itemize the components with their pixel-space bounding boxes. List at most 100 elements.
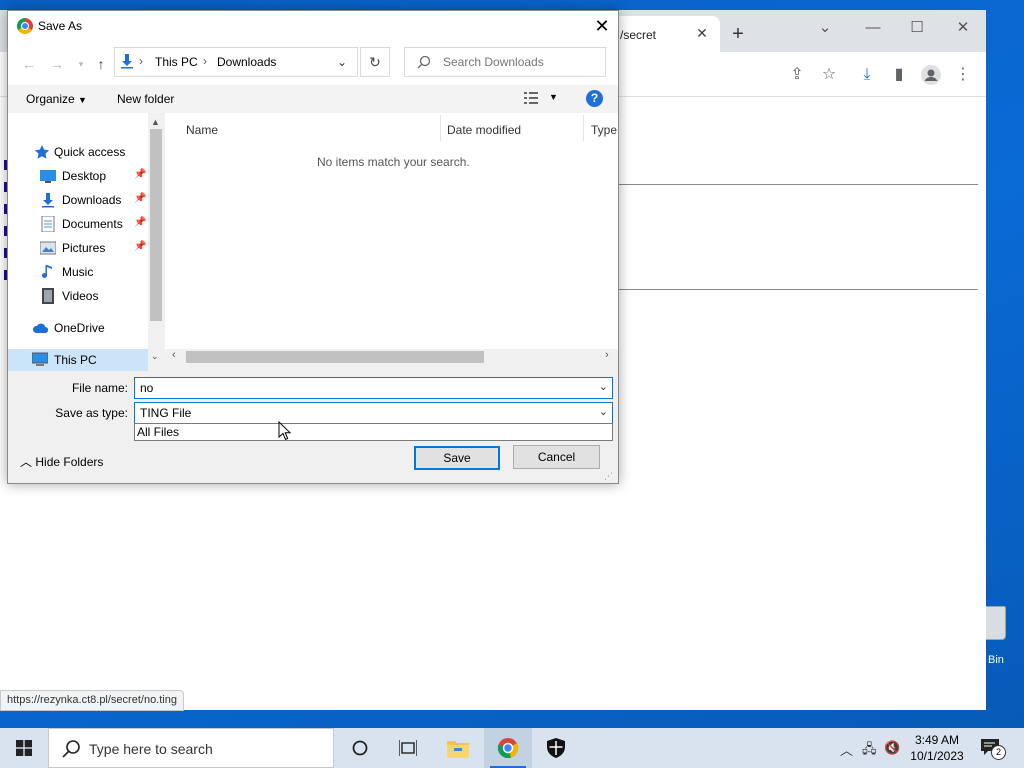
pictures-icon xyxy=(40,241,56,255)
address-bar[interactable]: › This PC › Downloads ⌄ xyxy=(114,47,358,77)
chevron-down-icon[interactable]: ⌄ xyxy=(599,405,608,418)
security-taskbar-button[interactable] xyxy=(532,728,580,768)
network-icon[interactable]: 🖧 xyxy=(862,740,877,762)
profile-avatar-icon[interactable] xyxy=(920,64,942,86)
dialog-titlebar[interactable]: Save As ✕ xyxy=(8,11,618,41)
nav-item-this-pc[interactable]: This PC xyxy=(8,349,148,371)
nav-item-onedrive[interactable]: OneDrive xyxy=(8,317,148,339)
file-name-value: no xyxy=(140,381,154,395)
chevron-down-icon: ▼ xyxy=(78,95,87,105)
nav-item-quick-access[interactable]: Quick access xyxy=(8,141,148,163)
search-box[interactable] xyxy=(404,47,606,77)
taskbar-clock[interactable]: 3:49 AM 10/1/2023 xyxy=(902,732,972,764)
music-icon xyxy=(42,265,52,278)
downloads-folder-icon xyxy=(121,54,133,69)
column-header-date-modified[interactable]: Date modified xyxy=(447,123,521,137)
desktop-icon xyxy=(40,170,56,183)
save-as-type-select[interactable]: TING File ⌄ xyxy=(134,402,613,424)
forward-arrow-icon[interactable]: → xyxy=(48,55,66,73)
volume-muted-icon[interactable]: 🔇 xyxy=(884,740,900,756)
windows-logo-icon xyxy=(16,740,32,756)
cortana-button[interactable] xyxy=(336,728,384,768)
new-tab-icon[interactable]: + xyxy=(728,24,748,44)
video-icon xyxy=(42,288,54,304)
show-hidden-icons-chevron-icon[interactable]: ︿ xyxy=(840,740,853,759)
column-separator[interactable] xyxy=(440,115,441,141)
breadcrumb-this-pc[interactable]: This PC xyxy=(155,55,198,69)
view-dropdown-icon[interactable]: ▼ xyxy=(549,92,558,102)
cortana-circle-icon xyxy=(352,740,368,756)
notification-count-badge: 2 xyxy=(991,745,1006,760)
nav-item-downloads[interactable]: Downloads 📌 xyxy=(8,189,148,211)
nav-item-label: Documents xyxy=(62,217,123,231)
nav-item-label: Pictures xyxy=(62,241,106,255)
save-as-type-dropdown-list: All Files xyxy=(134,423,613,441)
breadcrumb-downloads[interactable]: Downloads xyxy=(217,55,276,69)
save-button[interactable]: Save xyxy=(414,446,500,470)
save-as-dialog: Save As ✕ ← → ▾ ↑ › This PC › Downloads … xyxy=(7,10,619,484)
file-name-input[interactable]: no ⌄ xyxy=(134,377,613,399)
nav-item-documents[interactable]: Documents 📌 xyxy=(8,213,148,235)
view-options-icon[interactable] xyxy=(524,91,540,105)
dialog-close-icon[interactable]: ✕ xyxy=(592,16,612,36)
chrome-taskbar-button[interactable] xyxy=(484,728,532,768)
up-arrow-icon[interactable]: ↑ xyxy=(92,55,110,73)
nav-item-label: This PC xyxy=(54,353,97,367)
bookmark-star-icon[interactable]: ☆ xyxy=(818,64,840,86)
hide-folders-button[interactable]: ︿ Hide Folders xyxy=(20,453,103,470)
scroll-down-icon[interactable]: ⌄ xyxy=(151,351,159,362)
column-header-name[interactable]: Name xyxy=(186,123,218,137)
empty-folder-message: No items match your search. xyxy=(317,155,470,169)
help-icon[interactable]: ? xyxy=(586,90,603,107)
nav-pane-scroll-thumb[interactable] xyxy=(150,129,162,321)
tab-search-icon[interactable]: ⌄ xyxy=(810,18,840,38)
search-input[interactable] xyxy=(441,53,595,71)
maximize-icon[interactable]: ☐ xyxy=(902,18,932,38)
task-view-button[interactable] xyxy=(384,728,432,768)
file-list-pane: Name Date modified Type No items match y… xyxy=(165,113,618,365)
notification-center-button[interactable]: 2 xyxy=(980,738,1006,760)
recycle-bin-label: Bin xyxy=(988,654,1004,666)
horizontal-scroll-thumb[interactable] xyxy=(186,351,484,363)
cancel-button[interactable]: Cancel xyxy=(513,445,600,469)
resize-grip-icon[interactable]: ⋰ xyxy=(604,471,613,482)
file-explorer-taskbar-button[interactable] xyxy=(434,728,482,768)
recycle-bin[interactable]: Bin xyxy=(982,606,1022,670)
organize-label: Organize xyxy=(26,92,75,106)
side-panel-icon[interactable]: ▮ xyxy=(888,64,910,86)
menu-kebab-icon[interactable]: ⋮ xyxy=(952,64,974,86)
close-window-icon[interactable]: ✕ xyxy=(948,18,978,38)
scroll-up-icon[interactable]: ▲ xyxy=(151,117,160,127)
column-header-type[interactable]: Type xyxy=(591,123,617,137)
clock-time: 3:49 AM xyxy=(914,733,960,747)
chevron-down-icon[interactable]: ⌄ xyxy=(599,380,608,393)
refresh-icon[interactable]: ↻ xyxy=(360,47,390,77)
close-tab-icon[interactable]: ✕ xyxy=(694,25,710,41)
navigation-pane: Quick access Desktop 📌 Downloads 📌 Docum… xyxy=(8,113,164,371)
start-button[interactable] xyxy=(0,728,48,768)
browser-tab-title: /secret xyxy=(620,28,657,42)
nav-item-music[interactable]: Music xyxy=(8,261,148,283)
shield-icon xyxy=(547,738,565,758)
new-folder-button[interactable]: New folder xyxy=(117,92,174,106)
back-arrow-icon[interactable]: ← xyxy=(20,55,38,73)
share-icon[interactable]: ⇪ xyxy=(786,64,808,86)
save-as-type-option-all-files[interactable]: All Files xyxy=(137,425,179,439)
scroll-left-icon[interactable]: ‹ xyxy=(172,349,176,361)
address-dropdown-icon[interactable]: ⌄ xyxy=(337,55,347,69)
download-icon[interactable]: ⤓ xyxy=(856,64,878,86)
recent-locations-icon[interactable]: ▾ xyxy=(72,55,90,73)
pin-icon: 📌 xyxy=(134,169,147,180)
scroll-right-icon[interactable]: › xyxy=(605,349,609,361)
nav-item-pictures[interactable]: Pictures 📌 xyxy=(8,237,148,259)
nav-item-label: Desktop xyxy=(62,169,107,183)
nav-item-videos[interactable]: Videos xyxy=(8,285,148,307)
taskbar: Type here to search ︿ 🖧 🔇 3:49 AM 10/1/2… xyxy=(0,728,1024,768)
nav-item-desktop[interactable]: Desktop 📌 xyxy=(8,165,148,187)
organize-button[interactable]: Organize ▼ xyxy=(26,92,87,106)
dialog-title: Save As xyxy=(38,19,83,33)
taskbar-search-box[interactable]: Type here to search xyxy=(48,728,334,768)
nav-item-label: OneDrive xyxy=(54,321,105,335)
minimize-icon[interactable]: — xyxy=(858,18,888,38)
column-separator[interactable] xyxy=(583,115,584,141)
